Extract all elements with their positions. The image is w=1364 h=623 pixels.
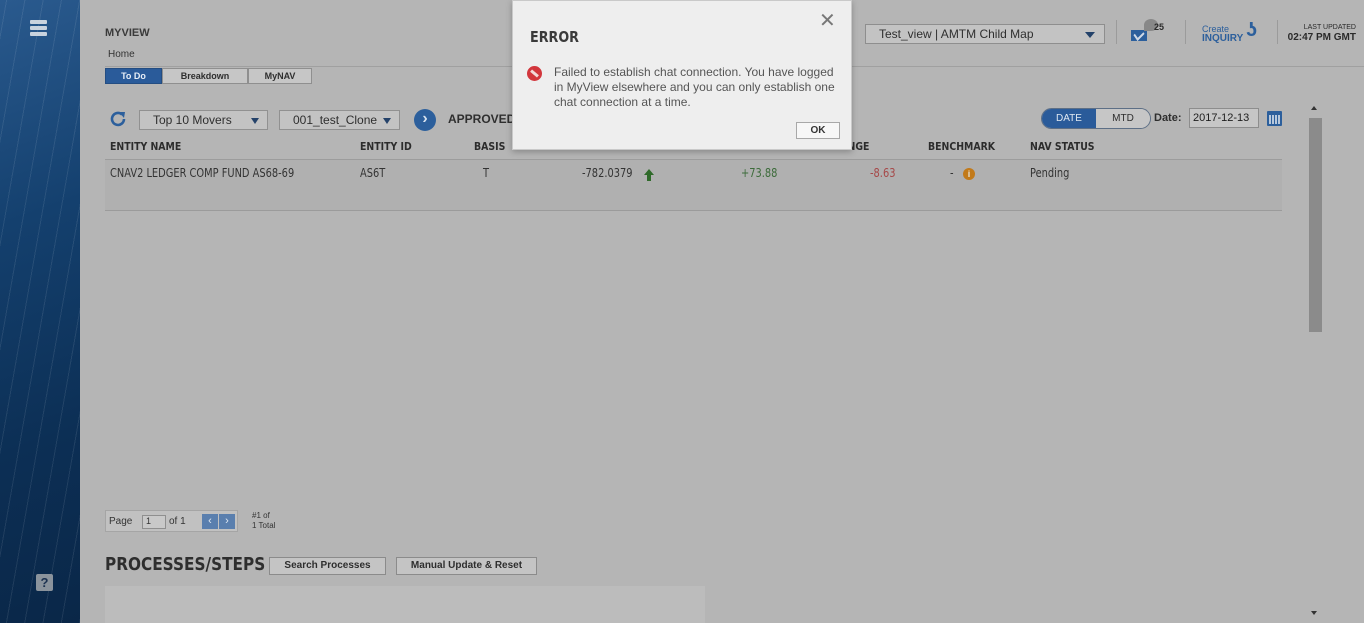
help-icon[interactable]: ?: [36, 574, 53, 591]
divider: [1185, 20, 1186, 44]
search-processes-button[interactable]: Search Processes: [269, 557, 386, 575]
page-input[interactable]: 1: [142, 515, 166, 529]
scrollbar-thumb[interactable]: [1309, 118, 1322, 332]
entity-id-cell: AS6T: [360, 166, 386, 180]
clone-value: 001_test_Clone: [293, 113, 378, 127]
chevron-left-icon[interactable]: ‹: [202, 514, 218, 529]
clone-select[interactable]: 001_test_Clone: [279, 110, 400, 130]
left-sidebar: ?: [0, 0, 80, 623]
ear-icon[interactable]: ʖ: [1246, 20, 1257, 40]
dialog-message: Failed to establish chat connection. You…: [554, 65, 835, 109]
tab-bar: To Do Breakdown MyNAV: [105, 68, 312, 84]
mail-count-badge: 25: [1154, 22, 1165, 32]
mail-icon[interactable]: [1131, 30, 1147, 41]
divider: [1116, 20, 1117, 44]
date-mtd-toggle: DATE MTD: [1041, 108, 1151, 129]
sidebar-pattern: [0, 0, 80, 623]
date-field[interactable]: 2017-12-13: [1189, 108, 1259, 128]
chevron-down-icon: [1085, 32, 1095, 38]
error-icon: [527, 66, 542, 81]
view-select[interactable]: Test_view | AMTM Child Map: [865, 24, 1105, 44]
record-position: #1 of: [252, 511, 270, 520]
ok-button[interactable]: OK: [796, 122, 840, 139]
pager: Page 1 of 1 ‹ ›: [105, 510, 238, 532]
nav-status-cell: Pending: [1030, 166, 1070, 180]
nav-change-cell: +73.88: [741, 166, 778, 180]
top-movers-value: Top 10 Movers: [153, 113, 232, 127]
menu-icon[interactable]: [30, 20, 47, 36]
calendar-icon[interactable]: [1267, 111, 1282, 126]
breadcrumb[interactable]: Home: [108, 49, 135, 60]
refresh-icon[interactable]: [108, 109, 128, 129]
benchmark-cell: -: [950, 166, 954, 180]
tab-breakdown[interactable]: Breakdown: [162, 68, 248, 84]
create-inquiry-link[interactable]: INQUIRY: [1202, 33, 1243, 44]
approved-label: APPROVED:: [448, 112, 520, 126]
tab-mynav[interactable]: MyNAV: [248, 68, 312, 84]
column-header[interactable]: NAV STATUS: [1030, 140, 1095, 153]
processes-panel: [105, 586, 705, 623]
column-header[interactable]: ENTITY NAME: [110, 140, 181, 153]
last-updated-time: 02:47 PM GMT: [1287, 32, 1356, 43]
manual-update-reset-button[interactable]: Manual Update & Reset: [396, 557, 537, 575]
view-select-value: Test_view | AMTM Child Map: [879, 27, 1034, 41]
last-updated-label: LAST UPDATED: [1303, 24, 1356, 31]
chevron-right-icon[interactable]: ›: [219, 514, 235, 529]
column-header[interactable]: ENTITY ID: [360, 140, 412, 153]
page-of-label: of 1: [169, 516, 186, 527]
record-total: 1 Total: [252, 521, 276, 530]
error-dialog: ERROR ✕ Failed to establish chat connect…: [512, 0, 852, 150]
arrow-up-icon: [644, 169, 654, 181]
column-header[interactable]: BENCHMARK: [928, 140, 995, 153]
processes-title: PROCESSES/STEPS: [105, 554, 266, 575]
entity-name-cell[interactable]: CNAV2 LEDGER COMP FUND AS68-69: [110, 166, 294, 180]
scroll-down-arrow-icon[interactable]: [1311, 611, 1317, 615]
chevron-right-icon[interactable]: ›: [414, 109, 436, 131]
table-row[interactable]: CNAV2 LEDGER COMP FUND AS68-69 AS6T T -7…: [105, 160, 1282, 211]
date-label: Date:: [1154, 112, 1182, 124]
divider: [1277, 20, 1278, 44]
page-title: MYVIEW: [105, 27, 150, 39]
chevron-down-icon: [383, 118, 391, 124]
toggle-date[interactable]: DATE: [1042, 109, 1096, 128]
nav-cell: -782.0379: [582, 166, 633, 180]
chevron-down-icon: [251, 118, 259, 124]
top-movers-select[interactable]: Top 10 Movers: [139, 110, 268, 130]
scroll-up-arrow-icon[interactable]: [1311, 106, 1317, 110]
column-header[interactable]: BASIS: [474, 140, 505, 153]
info-icon[interactable]: i: [963, 168, 975, 180]
toggle-mtd[interactable]: MTD: [1096, 109, 1150, 128]
basis-cell: T: [483, 166, 490, 180]
dialog-title: ERROR: [530, 28, 580, 46]
close-icon[interactable]: ✕: [819, 11, 836, 31]
page-label: Page: [109, 516, 133, 527]
pct-change-cell: -8.63: [870, 166, 896, 180]
tab-todo[interactable]: To Do: [105, 68, 162, 84]
